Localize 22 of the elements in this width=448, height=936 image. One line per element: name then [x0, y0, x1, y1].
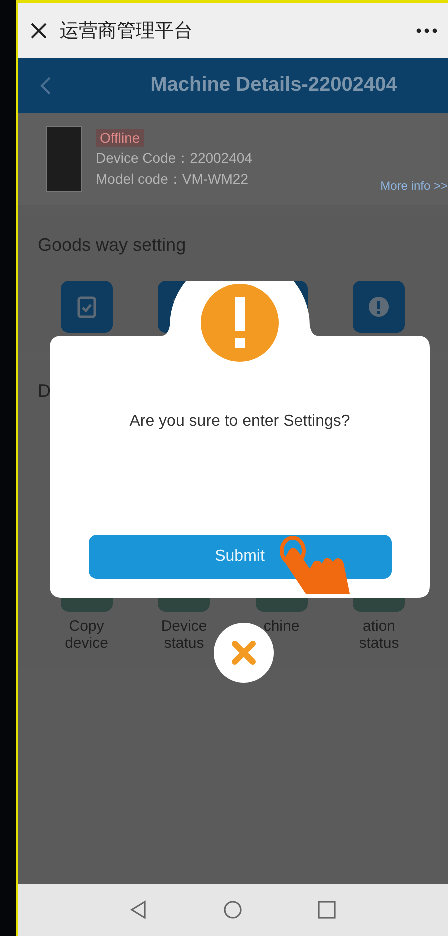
warning-icon [200, 283, 280, 363]
recents-nav-icon[interactable] [317, 900, 337, 920]
app-title: 运营商管理平台 [60, 20, 194, 44]
back-nav-icon[interactable] [129, 900, 149, 920]
close-icon[interactable] [30, 22, 48, 40]
close-icon [230, 639, 258, 667]
home-nav-icon[interactable] [223, 900, 243, 920]
clipboard-icon[interactable] [60, 281, 113, 333]
device-code: Device Code：22002404 [96, 150, 254, 168]
menu-label[interactable]: chine [264, 618, 300, 636]
more-info-link[interactable]: More info >> [380, 179, 448, 193]
page-title: Machine Details-22002404 [150, 74, 398, 97]
machine-photo-placeholder [46, 126, 82, 192]
menu-label[interactable]: Device status [155, 618, 214, 652]
menu-label[interactable]: Copy device [58, 618, 116, 652]
dialog-message: Are you sure to enter Settings? [130, 413, 350, 431]
menu-label[interactable]: ation status [350, 618, 408, 652]
section-title: Goods way setting [38, 235, 188, 256]
model-code: Model code：VM-WM22 [96, 171, 250, 189]
section-title: D [38, 381, 52, 402]
status-tag: Offline [96, 129, 144, 147]
more-icon[interactable] [416, 28, 438, 34]
